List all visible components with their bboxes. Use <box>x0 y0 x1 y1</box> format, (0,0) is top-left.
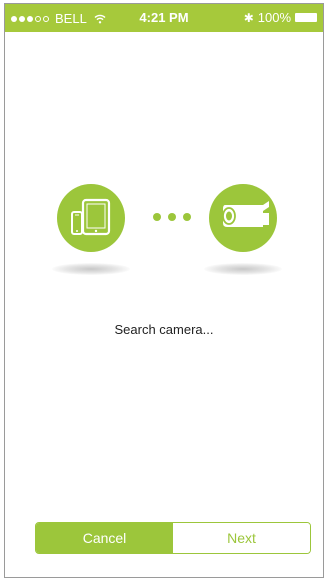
battery-percent: 100% <box>257 10 291 25</box>
devices-shadow <box>52 263 130 275</box>
cancel-button[interactable]: Cancel <box>36 523 173 553</box>
status-right: ✱ 100% <box>244 10 317 25</box>
connection-illustration <box>5 184 323 284</box>
action-button-bar: Cancel Next <box>35 522 311 554</box>
battery-icon <box>295 13 317 22</box>
camera-icon <box>222 201 269 227</box>
camera-shadow <box>204 263 282 275</box>
connection-dots-icon <box>153 213 191 221</box>
next-button[interactable]: Next <box>173 523 310 553</box>
phone-screen: BELL 4:21 PM ✱ 100% Search camera... Can… <box>4 3 324 578</box>
devices-icon <box>71 198 111 236</box>
status-bar: BELL 4:21 PM ✱ 100% <box>5 4 323 32</box>
search-status-text: Search camera... <box>114 322 214 337</box>
bluetooth-icon: ✱ <box>243 10 254 25</box>
